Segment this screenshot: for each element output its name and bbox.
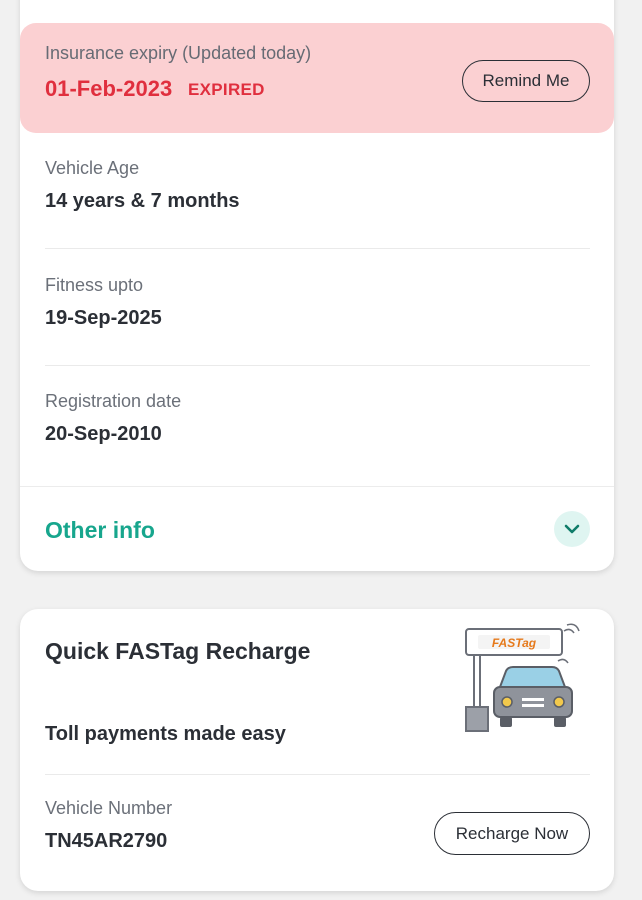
remind-me-button[interactable]: Remind Me <box>462 60 590 102</box>
fastag-toll-illustration: FASTag <box>465 623 580 732</box>
divider <box>45 774 590 775</box>
divider <box>45 365 590 366</box>
insurance-expiry-label: Insurance expiry (Updated today) <box>45 43 312 63</box>
fastag-subtitle: Toll payments made easy <box>45 723 286 745</box>
expired-badge: EXPIRED <box>188 80 265 99</box>
vehicle-number-label: Vehicle Number <box>45 798 173 818</box>
chevron-down-icon <box>564 524 580 534</box>
other-info-expand-button[interactable] <box>554 511 590 547</box>
vehicle-age-label: Vehicle Age <box>45 158 140 178</box>
other-info-toggle[interactable]: Other info <box>45 517 155 544</box>
fitness-value: 19-Sep-2025 <box>45 307 162 329</box>
fastag-title: Quick FASTag Recharge <box>45 638 311 664</box>
divider <box>20 486 614 487</box>
insurance-expiry-date: 01-Feb-2023 <box>45 76 173 101</box>
vehicle-age-value: 14 years & 7 months <box>45 190 240 212</box>
vehicle-number-value: TN45AR2790 <box>45 830 168 852</box>
registration-date-label: Registration date <box>45 391 182 411</box>
divider <box>45 248 590 249</box>
recharge-now-button[interactable]: Recharge Now <box>434 812 590 855</box>
fastag-logo-text: FASTag <box>492 636 537 650</box>
fitness-label: Fitness upto <box>45 275 144 295</box>
fastag-recharge-card: Quick FASTag Recharge Toll payments made… <box>20 609 614 891</box>
insurance-expiry-alert: Insurance expiry (Updated today) 01-Feb-… <box>20 23 614 133</box>
registration-date-value: 20-Sep-2010 <box>45 423 162 445</box>
vehicle-details-card: Insurance expiry (Updated today) 01-Feb-… <box>20 0 614 571</box>
